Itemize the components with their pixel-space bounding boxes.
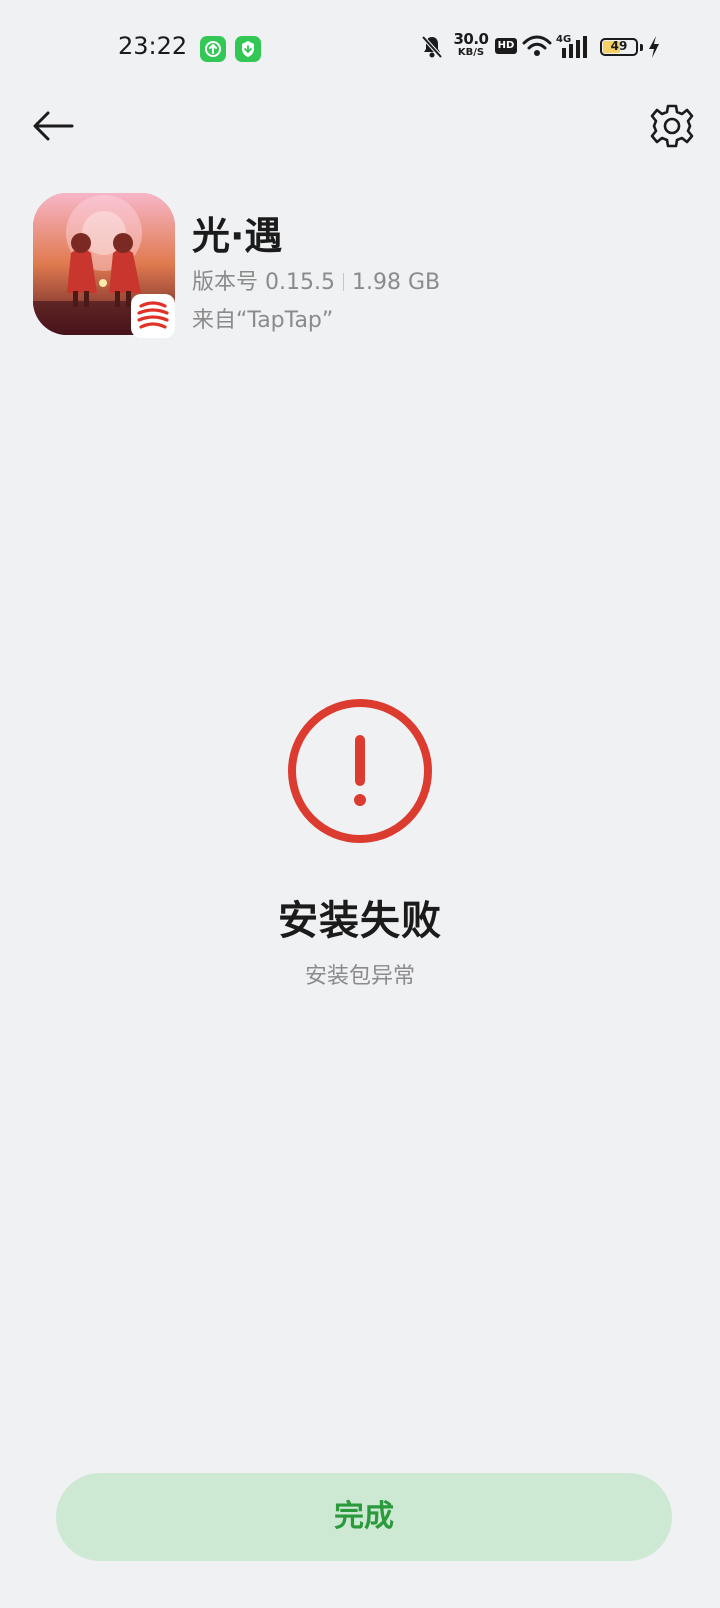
app-size: 1.98 GB xyxy=(351,270,441,295)
battery-icon: 49 xyxy=(600,38,638,56)
publisher-badge-icon xyxy=(131,294,175,338)
battery-cap xyxy=(640,44,643,51)
shield-notification-icon xyxy=(235,36,261,62)
network-speed-value: 30.0 xyxy=(453,30,489,48)
app-meta: 版本号 0.15.5 1.98 GB xyxy=(192,264,440,296)
gear-icon xyxy=(650,104,694,148)
mute-bell-icon xyxy=(421,35,443,59)
upload-notification-icon xyxy=(200,36,226,62)
back-button[interactable] xyxy=(28,98,84,154)
result-title: 安装失败 xyxy=(278,898,442,944)
battery-percent: 49 xyxy=(610,39,628,53)
app-name: 光·遇 xyxy=(192,214,283,258)
status-right-group: 30.0 KB/S HD 4G 49 xyxy=(420,32,660,64)
back-arrow-icon xyxy=(33,111,74,141)
hd-badge: HD xyxy=(495,38,517,54)
settings-button[interactable] xyxy=(644,98,700,154)
charging-bolt-icon xyxy=(649,36,659,58)
status-bar: 23:22 30.0 KB/S HD 4G 49 xyxy=(0,0,720,96)
meta-divider xyxy=(342,273,344,291)
error-icon xyxy=(288,699,432,843)
signal-bars-icon xyxy=(562,36,587,58)
network-speed: 30.0 KB/S xyxy=(451,32,491,58)
app-version: 版本号 0.15.5 xyxy=(192,270,335,295)
wifi-icon xyxy=(522,35,552,56)
network-speed-unit: KB/S xyxy=(457,47,485,58)
result-subtitle: 安装包异常 xyxy=(304,964,415,989)
done-button[interactable]: 完成 xyxy=(56,1473,672,1561)
status-time: 23:22 xyxy=(118,32,188,60)
app-source: 来自“TapTap” xyxy=(192,308,334,333)
